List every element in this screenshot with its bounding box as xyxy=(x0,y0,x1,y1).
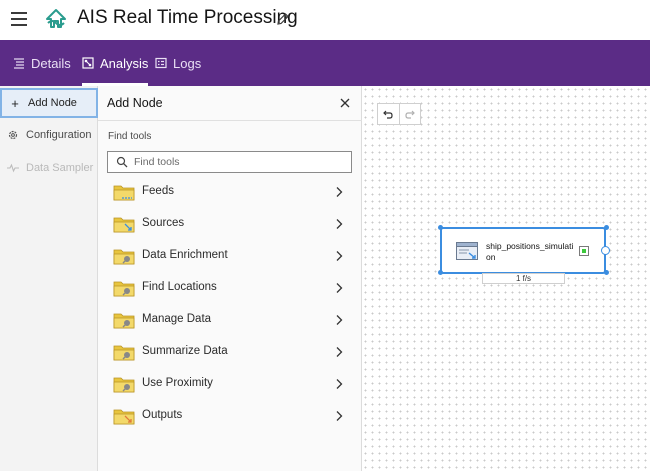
sidebar-item-add-node[interactable]: + Add Node xyxy=(0,88,98,118)
tab-details-label: Details xyxy=(31,55,71,71)
rate-label: 1 f/s xyxy=(482,273,565,284)
undo-button[interactable] xyxy=(378,104,399,124)
tab-logs[interactable]: Logs xyxy=(155,40,201,86)
sidebar-item-configuration[interactable]: Configuration xyxy=(0,120,98,150)
feed-table-icon xyxy=(456,242,478,260)
chevron-right-icon xyxy=(336,187,343,197)
panel-title: Add Node xyxy=(107,96,163,110)
app-header: AIS Real Time Processing xyxy=(0,0,650,40)
details-icon xyxy=(14,58,24,69)
page-title: AIS Real Time Processing xyxy=(77,7,298,28)
selection-handle[interactable] xyxy=(604,225,609,230)
left-sidebar: + Add Node Configuration Data Sampler xyxy=(0,86,98,471)
hamburger-menu-icon[interactable] xyxy=(11,12,27,26)
search-box xyxy=(107,151,352,173)
selection-handle[interactable] xyxy=(438,270,443,275)
tool-label: Sources xyxy=(142,217,185,229)
chevron-right-icon xyxy=(336,347,343,357)
gear-icon xyxy=(8,130,18,140)
selection-handle[interactable] xyxy=(438,225,443,230)
undo-redo-group xyxy=(377,103,421,125)
sidebar-item-label: Add Node xyxy=(28,97,77,109)
manage-data-folder-icon xyxy=(113,313,135,329)
selection-handle[interactable] xyxy=(604,270,609,275)
chevron-right-icon xyxy=(336,315,343,325)
divider xyxy=(98,120,362,121)
node-status-indicator xyxy=(579,246,589,256)
model-canvas[interactable]: ship_positions_simulation 1 f/s xyxy=(362,86,650,471)
chevron-right-icon xyxy=(336,283,343,293)
chevron-right-icon xyxy=(336,379,343,389)
tool-row-use-proximity[interactable]: Use Proximity xyxy=(98,368,362,400)
node-label: ship_positions_simulation xyxy=(486,241,574,262)
tool-row-outputs[interactable]: Outputs xyxy=(98,400,362,432)
undo-icon xyxy=(383,110,394,119)
chevron-right-icon xyxy=(336,251,343,261)
redo-button[interactable] xyxy=(398,104,420,124)
sidebar-item-label: Configuration xyxy=(26,129,92,141)
find-tools-label: Find tools xyxy=(108,131,152,142)
tab-analysis[interactable]: Analysis xyxy=(82,40,149,86)
plus-icon: + xyxy=(11,95,19,111)
pulse-icon xyxy=(7,163,19,173)
search-icon xyxy=(116,156,128,168)
tool-label: Find Locations xyxy=(142,281,217,293)
use-proximity-folder-icon xyxy=(113,377,135,393)
tool-label: Summarize Data xyxy=(142,345,228,357)
pencil-edit-icon[interactable] xyxy=(276,12,290,26)
tool-label: Manage Data xyxy=(142,313,212,325)
redo-icon xyxy=(405,110,415,119)
tab-logs-label: Logs xyxy=(173,55,202,71)
outputs-folder-icon xyxy=(113,409,135,425)
add-node-panel: Add Node Find tools Feeds Sources Data Enr… xyxy=(98,86,362,471)
summarize-data-folder-icon xyxy=(113,345,135,361)
tool-row-summarize-data[interactable]: Summarize Data xyxy=(98,336,362,368)
tool-row-find-locations[interactable]: Find Locations xyxy=(98,272,362,304)
output-port[interactable] xyxy=(601,246,610,255)
data-enrichment-folder-icon xyxy=(113,249,135,265)
tab-analysis-label: Analysis xyxy=(100,55,149,71)
chevron-right-icon xyxy=(336,411,343,421)
velocity-logo-icon xyxy=(46,9,66,28)
tool-row-data-enrichment[interactable]: Data Enrichment xyxy=(98,240,362,272)
feed-node[interactable]: ship_positions_simulation xyxy=(440,227,606,274)
tool-row-sources[interactable]: Sources xyxy=(98,208,362,240)
tab-details[interactable]: Details xyxy=(13,40,71,86)
sidebar-item-label: Data Sampler xyxy=(26,162,94,174)
analysis-icon xyxy=(82,57,94,69)
logs-icon xyxy=(155,57,167,69)
tool-label: Data Enrichment xyxy=(142,249,228,261)
feeds-folder-icon xyxy=(113,185,135,201)
find-locations-folder-icon xyxy=(113,281,135,297)
tool-label: Feeds xyxy=(142,185,174,197)
tool-label: Use Proximity xyxy=(142,377,213,389)
tool-row-manage-data[interactable]: Manage Data xyxy=(98,304,362,336)
sources-folder-icon xyxy=(113,217,135,233)
close-icon[interactable] xyxy=(338,96,352,110)
chevron-right-icon xyxy=(336,219,343,229)
sidebar-item-data-sampler[interactable]: Data Sampler xyxy=(0,153,98,183)
search-input[interactable] xyxy=(134,156,334,168)
tool-row-feeds[interactable]: Feeds xyxy=(98,176,362,208)
tabs-bar: Details Analysis Logs xyxy=(0,40,650,86)
tool-label: Outputs xyxy=(142,409,183,421)
